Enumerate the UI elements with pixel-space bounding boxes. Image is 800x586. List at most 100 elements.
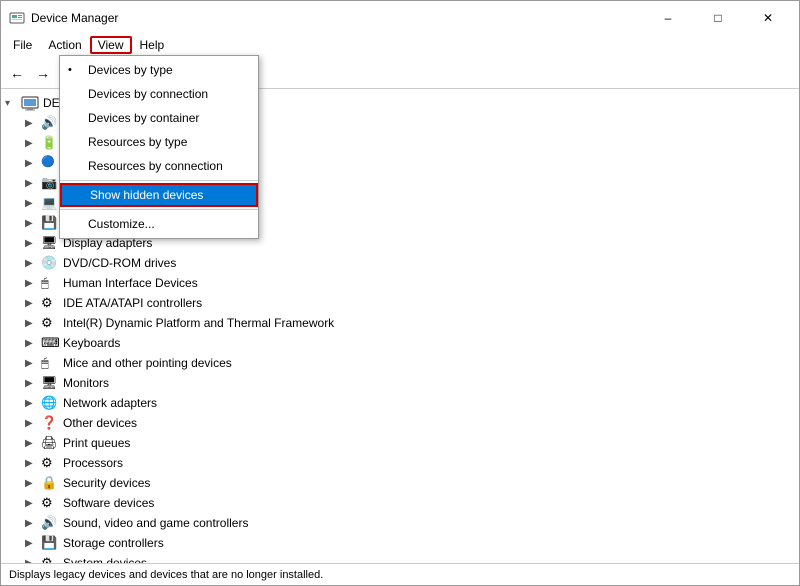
arrow: ▶	[25, 278, 41, 289]
menu-view[interactable]: View	[90, 36, 132, 54]
arrow: ▶	[25, 178, 41, 189]
software-icon: ⚙	[41, 495, 59, 511]
close-button[interactable]: ✕	[745, 8, 791, 28]
app-icon	[9, 10, 25, 26]
tree-item-monitors[interactable]: ▶ 🖥 Monitors	[1, 373, 799, 393]
root-arrow: ▾	[5, 98, 21, 109]
dropdown-resources-by-type[interactable]: Resources by type	[60, 130, 258, 154]
arrow: ▶	[25, 438, 41, 449]
audio-icon: 🔊	[41, 115, 59, 131]
arrow: ▶	[25, 138, 41, 149]
maximize-button[interactable]: □	[695, 8, 741, 28]
dropdown-devices-by-container[interactable]: Devices by container	[60, 106, 258, 130]
arrow: ▶	[25, 538, 41, 549]
arrow: ▶	[25, 298, 41, 309]
security-icon: 🔒	[41, 475, 59, 491]
item-label: Intel(R) Dynamic Platform and Thermal Fr…	[63, 316, 334, 330]
item-label: Storage controllers	[63, 536, 164, 550]
other-icon: ❓	[41, 415, 59, 431]
arrow: ▶	[25, 398, 41, 409]
tree-item-security[interactable]: ▶ 🔒 Security devices	[1, 473, 799, 493]
title-bar: Device Manager – □ ✕	[1, 1, 799, 33]
dropdown-separator-1	[60, 180, 258, 181]
tree-item-dvd-cdrom[interactable]: ▶ 💿 DVD/CD-ROM drives	[1, 253, 799, 273]
tree-item-system[interactable]: ▶ ⚙ System devices	[1, 553, 799, 563]
tree-item-other[interactable]: ▶ ❓ Other devices	[1, 413, 799, 433]
menu-file[interactable]: File	[5, 36, 40, 54]
arrow: ▶	[25, 518, 41, 529]
tree-item-mice[interactable]: ▶ 🖱 Mice and other pointing devices	[1, 353, 799, 373]
tree-item-ide[interactable]: ▶ ⚙ IDE ATA/ATAPI controllers	[1, 293, 799, 313]
arrow: ▶	[25, 378, 41, 389]
item-label: Software devices	[63, 496, 154, 510]
title-bar-left: Device Manager	[9, 10, 118, 26]
arrow: ▶	[25, 418, 41, 429]
back-button[interactable]: ←	[5, 61, 29, 85]
arrow: ▶	[25, 318, 41, 329]
bluetooth-icon: 🔵	[41, 155, 59, 171]
computer-icon	[21, 95, 39, 111]
status-text: Displays legacy devices and devices that…	[9, 569, 323, 581]
cameras-icon: 📷	[41, 175, 59, 191]
dvd-icon: 💿	[41, 255, 59, 271]
tree-item-sound[interactable]: ▶ 🔊 Sound, video and game controllers	[1, 513, 799, 533]
menu-help[interactable]: Help	[132, 36, 173, 54]
intel-icon: ⚙	[41, 315, 59, 331]
arrow: ▶	[25, 358, 41, 369]
arrow: ▶	[25, 498, 41, 509]
tree-item-intel-dynamic[interactable]: ▶ ⚙ Intel(R) Dynamic Platform and Therma…	[1, 313, 799, 333]
dropdown-devices-by-connection[interactable]: Devices by connection	[60, 82, 258, 106]
print-icon: 🖨	[41, 435, 59, 451]
item-label: Processors	[63, 456, 123, 470]
forward-button[interactable]: →	[31, 61, 55, 85]
item-label: Print queues	[63, 436, 130, 450]
item-label: Human Interface Devices	[63, 276, 198, 290]
menu-action[interactable]: Action	[40, 36, 89, 54]
hid-icon: 🖱	[41, 275, 59, 291]
arrow: ▶	[25, 458, 41, 469]
item-label: Network adapters	[63, 396, 157, 410]
monitor-icon: 🖥	[41, 375, 59, 391]
arrow: ▶	[25, 198, 41, 209]
processor-icon: ⚙	[41, 455, 59, 471]
dropdown-devices-by-type[interactable]: • Devices by type	[60, 58, 258, 82]
network-icon: 🌐	[41, 395, 59, 411]
tree-item-keyboards[interactable]: ▶ ⌨ Keyboards	[1, 333, 799, 353]
arrow: ▶	[25, 118, 41, 129]
tree-item-software[interactable]: ▶ ⚙ Software devices	[1, 493, 799, 513]
item-label: Sound, video and game controllers	[63, 516, 248, 530]
item-label: Mice and other pointing devices	[63, 356, 232, 370]
item-label: Security devices	[63, 476, 150, 490]
title-bar-controls: – □ ✕	[645, 8, 791, 28]
check-icon: •	[68, 64, 72, 76]
item-label: Monitors	[63, 376, 109, 390]
minimize-button[interactable]: –	[645, 8, 691, 28]
status-bar: Displays legacy devices and devices that…	[1, 563, 799, 585]
window-title: Device Manager	[31, 11, 118, 25]
tree-item-storage[interactable]: ▶ 💾 Storage controllers	[1, 533, 799, 553]
sound-icon: 🔊	[41, 515, 59, 531]
item-label: Other devices	[63, 416, 137, 430]
display-icon: 🖥	[41, 235, 59, 251]
arrow: ▶	[25, 258, 41, 269]
batteries-icon: 🔋	[41, 135, 59, 151]
dropdown-resources-by-connection[interactable]: Resources by connection	[60, 154, 258, 178]
item-label: DVD/CD-ROM drives	[63, 256, 176, 270]
tree-item-processors[interactable]: ▶ ⚙ Processors	[1, 453, 799, 473]
device-manager-window: Device Manager – □ ✕ File Action View He…	[0, 0, 800, 586]
storage-icon: 💾	[41, 535, 59, 551]
arrow: ▶	[25, 218, 41, 229]
tree-item-print[interactable]: ▶ 🖨 Print queues	[1, 433, 799, 453]
tree-item-network[interactable]: ▶ 🌐 Network adapters	[1, 393, 799, 413]
dropdown-show-hidden-devices[interactable]: Show hidden devices	[60, 183, 258, 207]
arrow: ▶	[25, 338, 41, 349]
view-dropdown-menu[interactable]: • Devices by type Devices by connection …	[59, 55, 259, 239]
computer-icon: 💻	[41, 195, 59, 211]
arrow: ▶	[25, 238, 41, 249]
system-icon: ⚙	[41, 555, 59, 563]
tree-item-hid[interactable]: ▶ 🖱 Human Interface Devices	[1, 273, 799, 293]
dropdown-customize[interactable]: Customize...	[60, 212, 258, 236]
mice-icon: 🖱	[41, 355, 59, 371]
disk-icon: 💾	[41, 215, 59, 231]
menu-bar: File Action View Help • Devices by type …	[1, 33, 799, 57]
